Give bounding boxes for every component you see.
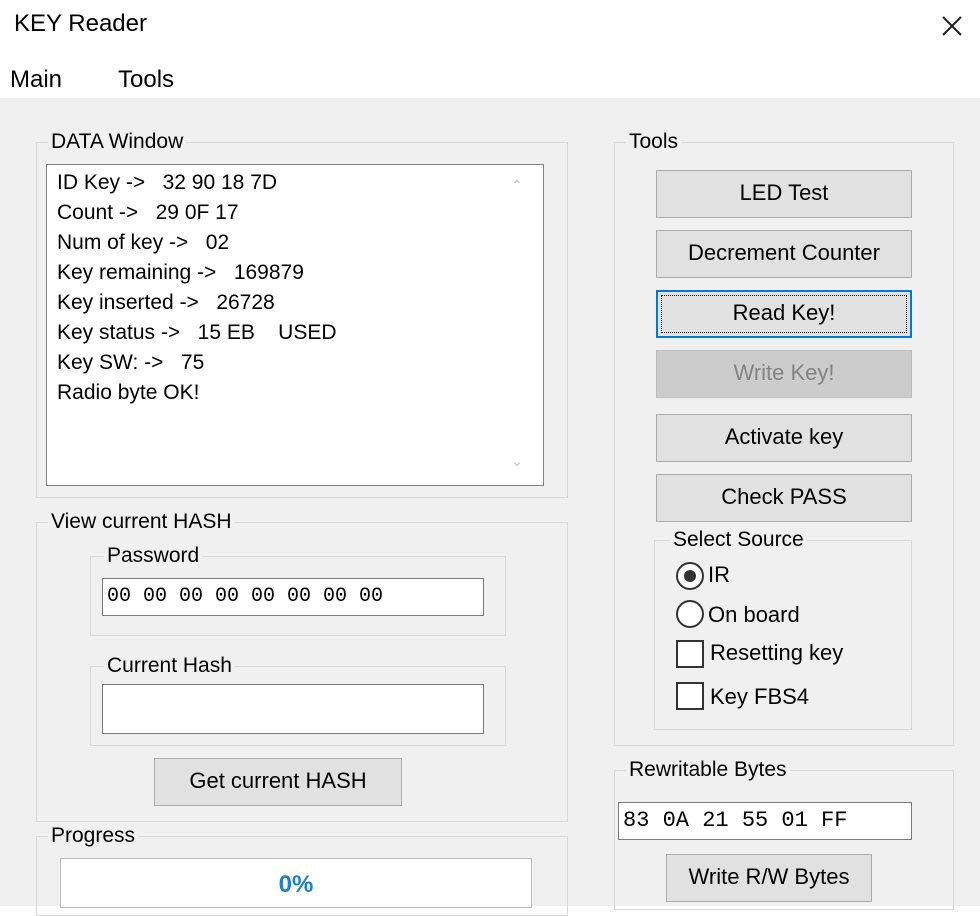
data-line-key-sw: Key SW: -> 75 [57,351,205,374]
led-test-button[interactable]: LED Test [656,170,912,218]
decrement-counter-button[interactable]: Decrement Counter [656,230,912,278]
data-window-label: DATA Window [48,130,187,154]
data-line-key-inserted: Key inserted -> 26728 [57,291,275,314]
close-button[interactable] [930,6,974,44]
data-textarea[interactable]: ID Key -> 32 90 18 7D Count -> 29 0F 17 … [46,164,544,486]
key-fbs4-label: Key FBS4 [710,684,810,709]
ir-label: IR [708,562,730,587]
scroll-down-arrow-icon[interactable]: ⌄ [507,453,527,471]
check-pass-button[interactable]: Check PASS [656,474,912,522]
window-title: KEY Reader [14,10,147,37]
select-source-label: Select Source [670,528,807,552]
data-line-count: Count -> 29 0F 17 [57,201,239,224]
get-current-hash-button[interactable]: Get current HASH [154,758,402,806]
onboard-radio[interactable] [676,600,704,628]
title-bar: KEY Reader [0,0,980,50]
rewritable-bytes-field[interactable]: 83 0A 21 55 01 FF [618,802,912,840]
password-field[interactable]: 00 00 00 00 00 00 00 00 [102,578,484,616]
menu-main[interactable]: Main [10,66,62,94]
progress-percent: 0% [278,871,314,898]
menu-tools[interactable]: Tools [118,66,174,94]
radio-selected-dot [684,570,696,582]
resetting-key-label: Resetting key [710,640,844,665]
menu-bar: Main Tools [0,50,980,98]
write-key-button[interactable]: Write Key! [656,350,912,398]
data-line-radio-byte: Radio byte OK! [57,381,200,404]
progress-label: Progress [48,824,139,848]
activate-key-button[interactable]: Activate key [656,414,912,462]
password-label: Password [104,544,203,568]
read-key-button[interactable]: Read Key! [656,290,912,338]
client-area: DATA Window ID Key -> 32 90 18 7D Count … [0,98,980,916]
hash-group-label: View current HASH [48,510,235,534]
ir-radio[interactable] [676,562,704,590]
data-line-key-remaining: Key remaining -> 169879 [57,261,304,284]
focus-rectangle [661,295,907,333]
progress-bar: 0% [60,858,532,908]
data-line-key-status: Key status -> 15 EB USED [57,321,337,344]
current-hash-label: Current Hash [104,654,235,678]
data-line-num-of-key: Num of key -> 02 [57,231,230,254]
current-hash-field[interactable] [102,684,484,734]
scroll-up-arrow-icon[interactable]: ⌃ [507,177,527,195]
close-icon [942,16,962,36]
key-fbs4-checkbox[interactable] [676,682,704,710]
tools-group-label: Tools [626,130,682,154]
resetting-key-checkbox[interactable] [676,640,704,668]
data-line-id-key: ID Key -> 32 90 18 7D [57,171,278,194]
rewritable-label: Rewritable Bytes [626,758,790,782]
onboard-label: On board [708,602,800,627]
write-rw-bytes-button[interactable]: Write R/W Bytes [666,854,872,902]
